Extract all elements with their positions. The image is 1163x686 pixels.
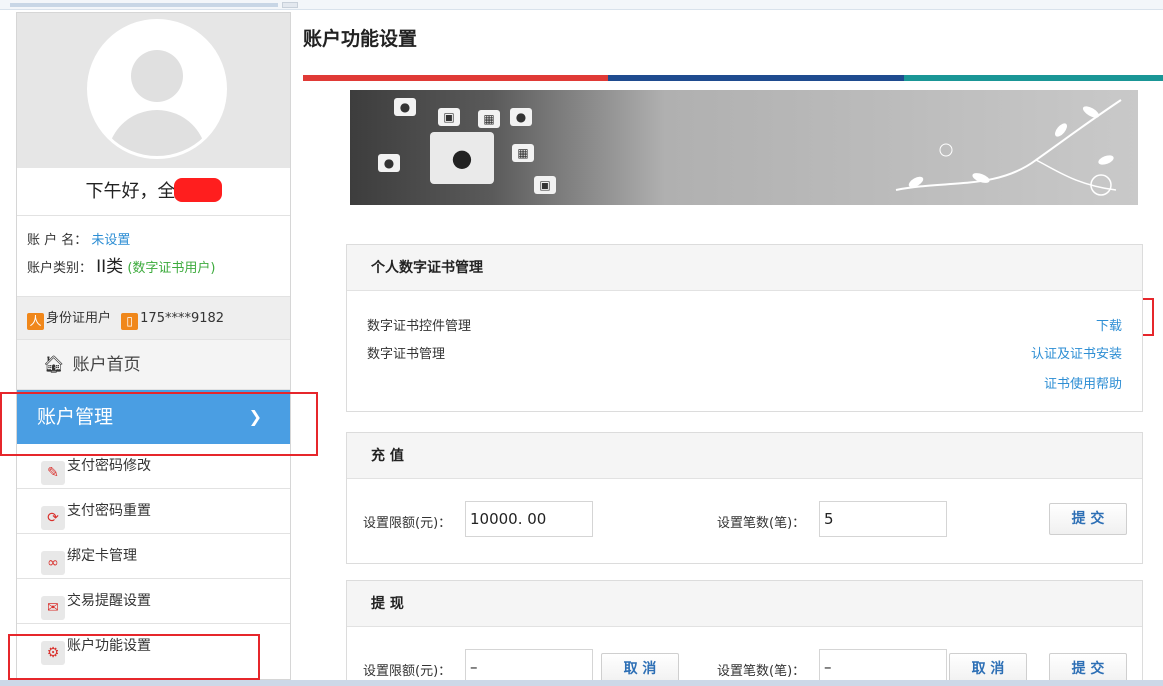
sidebar-item-transaction-alerts[interactable]: ✉ 交易提醒设置 — [17, 579, 290, 624]
title-stripe-teal — [904, 75, 1163, 81]
recharge-panel: 充 值 设置限额(元)： 10000. 00 设置笔数(笔)： 5 提 交 — [346, 432, 1143, 564]
recharge-count-label: 设置笔数(笔)： — [717, 516, 806, 531]
account-type-row: 账户类别： II类 (数字证书用户) — [27, 254, 290, 280]
install-cert-link[interactable]: 认证及证书安装 — [1031, 343, 1122, 362]
profile-icon: ● — [430, 132, 494, 184]
home-icon: 🏠︎ — [43, 355, 65, 375]
title-stripe-red — [303, 75, 608, 81]
phone-number: 175****9182 — [140, 311, 225, 326]
recharge-panel-title: 充 值 — [347, 433, 1142, 479]
refresh-icon: ⟳ — [41, 506, 65, 530]
withdraw-limit-label: 设置限额(元)： — [363, 664, 452, 679]
cert-panel-title: 个人数字证书管理 — [347, 245, 1142, 291]
window-top-strip — [0, 0, 1163, 10]
recharge-limit-label: 设置限额(元)： — [363, 516, 452, 531]
window-bottom-strip — [0, 680, 1163, 686]
camera-icon: ▣ — [534, 176, 556, 194]
account-name-row: 账 户 名： 未设置 — [27, 228, 290, 254]
recharge-limit-input[interactable]: 10000. 00 — [465, 501, 593, 537]
id-type: 身份证用户 — [46, 311, 112, 326]
sidebar-item-label: 交易提醒设置 — [67, 593, 151, 609]
avatar-area — [17, 13, 290, 168]
banner-image: ● ▣ ▦ ● ● ▦ ▣ ● — [350, 90, 1138, 205]
chart-icon: ▦ — [478, 110, 500, 128]
account-name-link[interactable]: 未设置 — [91, 233, 130, 248]
highlight-box-function-settings — [8, 634, 260, 680]
chat-icon: ✉ — [41, 596, 65, 620]
pencil-icon: ✎ — [41, 461, 65, 485]
sidebar-item-label: 绑定卡管理 — [67, 548, 137, 564]
page-title: 账户功能设置 — [303, 28, 418, 50]
cert-help-link[interactable]: 证书使用帮助 — [1044, 373, 1122, 392]
user-icon: ● — [394, 98, 416, 116]
link-icon: ∞ — [41, 551, 65, 575]
lock-icon: ● — [510, 108, 532, 126]
avatar[interactable] — [87, 19, 227, 159]
home-label: 账户首页 — [72, 355, 141, 375]
sidebar: 下午好，全 账 户 名： 未设置 账户类别： II类 (数字证书用户) 人身份证… — [16, 12, 291, 680]
account-type-note: (数字证书用户) — [127, 261, 216, 276]
decorative-vine-icon — [895, 99, 1122, 196]
withdraw-count-label: 设置笔数(笔)： — [717, 664, 806, 679]
withdraw-panel-title: 提 现 — [347, 581, 1142, 627]
person-icon: 人 — [27, 313, 44, 330]
recharge-count-input[interactable]: 5 — [819, 501, 947, 537]
title-stripe-navy — [608, 75, 904, 81]
window-tab[interactable] — [282, 2, 298, 8]
greeting: 下午好，全 — [17, 168, 290, 216]
account-info: 账 户 名： 未设置 账户类别： II类 (数字证书用户) — [17, 216, 290, 296]
group-icon: ● — [378, 154, 400, 172]
highlight-box-account-management — [0, 392, 318, 456]
recharge-submit-button[interactable]: 提 交 — [1049, 503, 1127, 535]
download-link[interactable]: 下载 — [1096, 315, 1122, 334]
phone-icon: ▯ — [121, 313, 139, 330]
avatar-head-icon — [131, 50, 183, 102]
cert-management: 数字证书管理 — [367, 347, 446, 362]
scroll-indicator[interactable] — [10, 3, 278, 7]
redacted-name-mark — [173, 178, 222, 202]
withdraw-panel: 提 现 设置限额(元)： – 取 消 设置笔数(笔)： – 取 消 提 交 — [346, 580, 1143, 686]
sidebar-item-home[interactable]: 🏠︎ 账户首页 — [17, 340, 290, 390]
sidebar-item-bound-cards[interactable]: ∞ 绑定卡管理 — [17, 534, 290, 579]
cert-management-panel: 个人数字证书管理 数字证书控件管理 数字证书管理 下载 认证及证书安装 证书使用… — [346, 244, 1143, 412]
avatar-body-icon — [107, 110, 207, 156]
document-icon: ▦ — [512, 144, 534, 162]
cert-control-management: 数字证书控件管理 — [367, 319, 472, 334]
sidebar-item-label: 支付密码修改 — [67, 458, 151, 474]
account-type-value: II类 — [96, 257, 124, 277]
account-name-label: 账 户 名： — [27, 233, 88, 248]
id-card-icon: ▣ — [438, 108, 460, 126]
account-type-label: 账户类别： — [27, 261, 93, 276]
greeting-text: 下午好，全 — [85, 181, 176, 202]
sidebar-item-reset-password[interactable]: ⟳ 支付密码重置 — [17, 489, 290, 534]
identity-row: 人身份证用户 ▯ 175****9182 — [17, 296, 290, 340]
sidebar-item-label: 支付密码重置 — [67, 503, 151, 519]
